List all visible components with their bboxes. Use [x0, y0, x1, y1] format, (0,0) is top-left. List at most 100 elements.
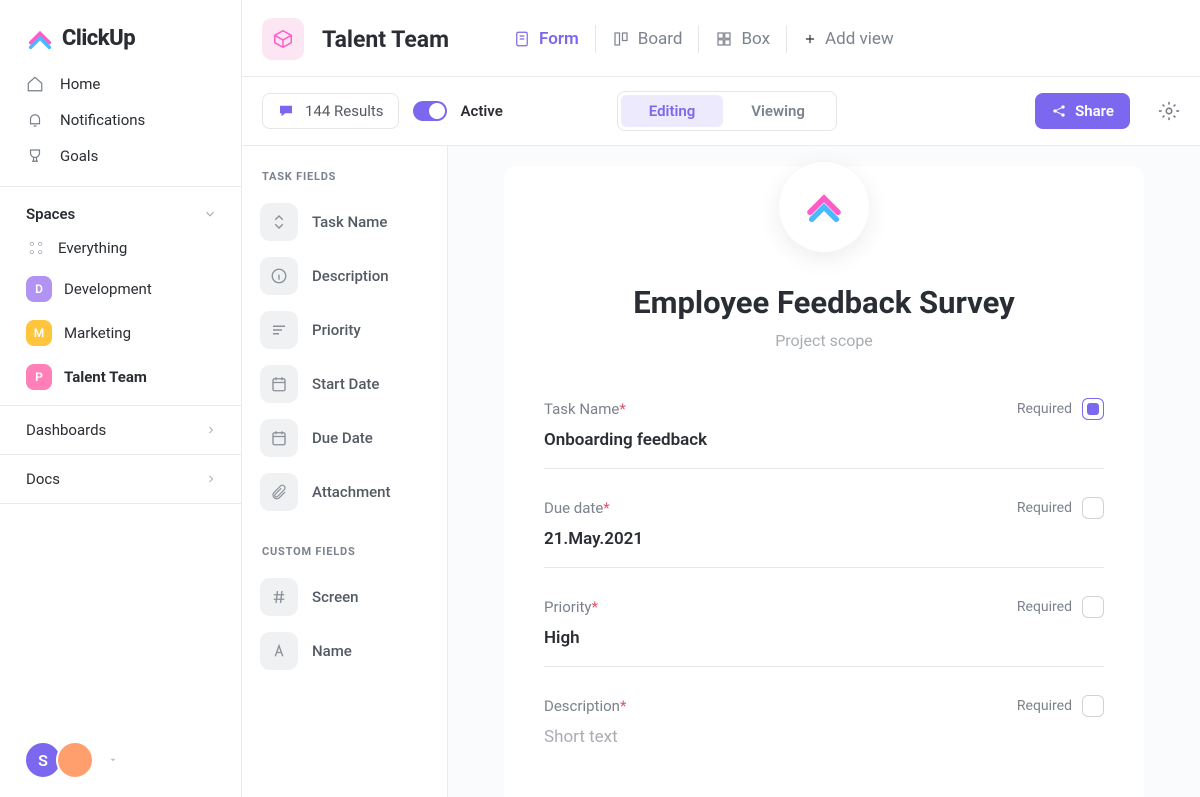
mode-editing[interactable]: Editing	[621, 95, 724, 127]
clickup-logo-icon	[26, 24, 54, 52]
app-logo[interactable]: ClickUp	[0, 0, 241, 66]
nav-docs[interactable]: Docs	[0, 455, 241, 504]
form-field-value[interactable]: Onboarding feedback	[544, 430, 1104, 462]
nav-dashboards-label: Dashboards	[26, 421, 106, 439]
toolbar: 144 Results Active Editing Viewing Share	[242, 77, 1200, 145]
form-card: Employee Feedback Survey Project scope T…	[504, 166, 1144, 797]
field-label: Description	[312, 267, 389, 285]
add-view-button[interactable]: Add view	[786, 25, 910, 53]
space-talent-team[interactable]: P Talent Team	[0, 355, 241, 399]
trophy-icon	[26, 147, 44, 165]
field-start-date[interactable]: Start Date	[252, 357, 437, 411]
view-tabs: Form Board Box Add view	[497, 25, 910, 53]
field-task-name[interactable]: Task Name	[252, 195, 437, 249]
user-avatars[interactable]: S	[0, 723, 241, 797]
plus-icon	[803, 32, 817, 46]
required-checkbox[interactable]	[1082, 497, 1104, 519]
mode-switch: Editing Viewing	[617, 91, 837, 131]
nav-home[interactable]: Home	[0, 66, 241, 102]
form-icon	[513, 30, 531, 48]
space-marketing[interactable]: M Marketing	[0, 311, 241, 355]
avatar	[56, 741, 94, 779]
field-priority[interactable]: Priority	[252, 303, 437, 357]
calendar-icon	[260, 365, 298, 403]
spaces-header-label: Spaces	[26, 205, 75, 223]
form-logo[interactable]	[779, 162, 869, 252]
space-badge: M	[26, 320, 52, 346]
text-icon	[260, 632, 298, 670]
comment-icon	[277, 102, 295, 120]
content-area: TASK FIELDS Task Name Description Priori…	[242, 145, 1200, 797]
space-label: Marketing	[64, 324, 131, 342]
task-fields-header: TASK FIELDS	[252, 160, 437, 195]
caret-down-icon	[108, 755, 118, 765]
form-field-label: Priority*	[544, 598, 598, 616]
view-tab-label: Board	[638, 29, 683, 49]
board-icon	[612, 30, 630, 48]
bell-icon	[26, 111, 44, 129]
view-tab-box[interactable]: Box	[698, 25, 786, 53]
required-checkbox[interactable]	[1082, 398, 1104, 420]
active-toggle-label: Active	[461, 102, 503, 120]
required-text: Required	[1017, 698, 1072, 714]
form-field-value[interactable]: High	[544, 628, 1104, 660]
share-icon	[1051, 103, 1067, 119]
view-tab-form[interactable]: Form	[497, 25, 595, 53]
form-field-description[interactable]: Description* Required Short text	[544, 677, 1104, 765]
space-icon-chip	[262, 18, 304, 60]
main-area: Talent Team Form Board Box Add view 14	[242, 0, 1200, 797]
nav-notifications[interactable]: Notifications	[0, 102, 241, 138]
nav-dashboards[interactable]: Dashboards	[0, 406, 241, 455]
form-field-task-name[interactable]: Task Name* Required Onboarding feedback	[544, 380, 1104, 469]
field-label: Task Name	[312, 213, 387, 231]
hash-icon	[260, 578, 298, 616]
required-checkbox[interactable]	[1082, 695, 1104, 717]
nav-goals-label: Goals	[60, 147, 98, 165]
space-everything-label: Everything	[58, 239, 127, 257]
sidebar: ClickUp Home Notifications Goals Spaces …	[0, 0, 242, 797]
form-field-due-date[interactable]: Due date* Required 21.May.2021	[544, 479, 1104, 568]
nav-goals[interactable]: Goals	[0, 138, 241, 174]
fields-panel: TASK FIELDS Task Name Description Priori…	[242, 146, 448, 797]
grid-dots-icon	[26, 238, 46, 258]
required-checkbox[interactable]	[1082, 596, 1104, 618]
view-tab-board[interactable]: Board	[595, 25, 699, 53]
form-field-priority[interactable]: Priority* Required High	[544, 578, 1104, 667]
box-icon	[272, 28, 294, 50]
active-toggle[interactable]	[413, 101, 447, 121]
field-label: Start Date	[312, 375, 379, 393]
attachment-icon	[260, 473, 298, 511]
nav-notifications-label: Notifications	[60, 111, 145, 129]
space-development[interactable]: D Development	[0, 267, 241, 311]
nav-home-label: Home	[60, 75, 100, 93]
required-text: Required	[1017, 599, 1072, 615]
field-label: Attachment	[312, 483, 391, 501]
form-field-label: Due date*	[544, 499, 610, 517]
required-text: Required	[1017, 401, 1072, 417]
chevron-right-icon	[205, 473, 217, 485]
space-everything[interactable]: Everything	[0, 229, 241, 267]
settings-button[interactable]	[1158, 100, 1180, 122]
mode-viewing[interactable]: Viewing	[723, 95, 833, 127]
info-icon	[260, 257, 298, 295]
chevron-right-icon	[205, 424, 217, 436]
add-view-label: Add view	[825, 29, 894, 49]
field-label: Due Date	[312, 429, 373, 447]
form-field-value[interactable]: 21.May.2021	[544, 529, 1104, 561]
required-text: Required	[1017, 500, 1072, 516]
field-name[interactable]: Name	[252, 624, 437, 678]
app-name: ClickUp	[62, 26, 135, 51]
share-button[interactable]: Share	[1035, 93, 1130, 129]
form-title[interactable]: Employee Feedback Survey	[544, 284, 1104, 321]
results-pill[interactable]: 144 Results	[262, 93, 399, 129]
spaces-header[interactable]: Spaces	[0, 187, 241, 229]
field-due-date[interactable]: Due Date	[252, 411, 437, 465]
field-screen[interactable]: Screen	[252, 570, 437, 624]
clickup-logo-icon	[803, 186, 845, 228]
form-field-placeholder[interactable]: Short text	[544, 727, 1104, 759]
space-badge: P	[26, 364, 52, 390]
form-subtitle[interactable]: Project scope	[544, 331, 1104, 350]
field-attachment[interactable]: Attachment	[252, 465, 437, 519]
grid-icon	[715, 30, 733, 48]
field-description[interactable]: Description	[252, 249, 437, 303]
